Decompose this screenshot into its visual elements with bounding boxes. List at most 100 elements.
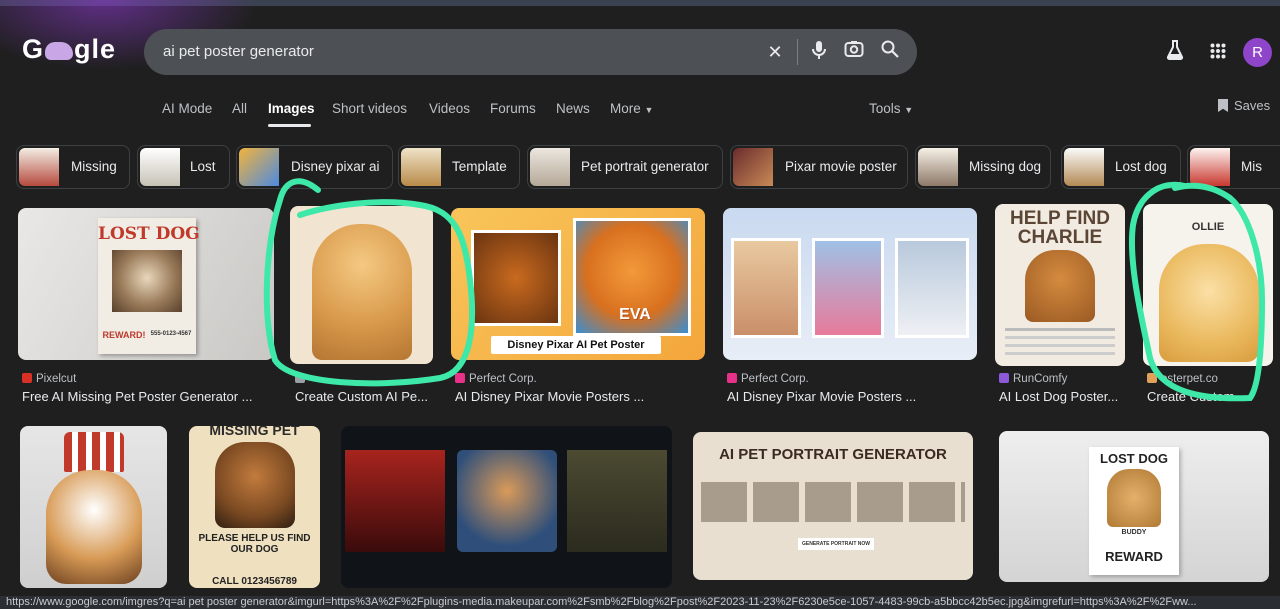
result-image[interactable]: EVA Disney Pixar AI Pet Poster	[451, 208, 705, 360]
parrot-portrait	[567, 450, 667, 552]
poster-heading: LOST DOG	[98, 224, 200, 244]
poster-heading: CHARLIE	[1017, 227, 1103, 248]
active-tab-indicator	[268, 124, 311, 127]
result-source: RunComfy	[999, 373, 1067, 385]
poster-phone: 555-0123-4567	[150, 331, 192, 337]
beagle-figure	[46, 470, 142, 584]
tab-ai-mode[interactable]: AI Mode	[162, 101, 212, 116]
pet-photo-strip	[701, 482, 965, 522]
favicon-icon	[22, 373, 32, 383]
tab-images[interactable]: Images	[268, 101, 315, 116]
source-label: osterpet.co	[1161, 373, 1218, 385]
result-image[interactable]: AI PET PORTRAIT GENERATOR GENERATE PORTR…	[693, 432, 973, 580]
pet-name: OLLIE	[1191, 221, 1225, 233]
search-divider	[797, 39, 798, 65]
chip-label: Disney pixar ai	[291, 159, 380, 174]
flask-icon[interactable]	[1162, 40, 1188, 66]
avatar[interactable]: R	[1243, 38, 1272, 67]
result-title[interactable]: Create Custom AI Pe...	[295, 389, 435, 404]
tools-button[interactable]: Tools ▼	[869, 101, 913, 116]
search-box[interactable]: ai pet poster generator ✕	[144, 29, 917, 75]
poster-text-lines	[1005, 328, 1115, 331]
tab-news[interactable]: News	[556, 101, 590, 116]
result-title[interactable]: AI Lost Dog Poster...	[999, 389, 1125, 404]
search-icon[interactable]	[878, 40, 902, 64]
lens-camera-icon[interactable]	[842, 40, 866, 64]
result-title[interactable]: Create Custom ...	[1147, 389, 1273, 404]
poster-line: PLEASE HELP US FIND	[198, 533, 311, 544]
result-image[interactable]: LOST DOG BUDDY REWARD	[999, 431, 1269, 582]
tools-label: Tools	[869, 101, 901, 116]
real-pet-photo	[471, 230, 561, 326]
tab-more[interactable]: More ▼	[610, 101, 653, 116]
poster-reward: REWARD	[1105, 549, 1163, 564]
favicon-icon	[999, 373, 1009, 383]
tab-more-label: More	[610, 101, 641, 116]
search-input[interactable]: ai pet poster generator	[163, 43, 314, 60]
tab-short-videos[interactable]: Short videos	[332, 101, 407, 116]
result-image[interactable]: MISSING PET PLEASE HELP US FIND OUR DOG …	[189, 426, 320, 588]
result-source: Perfect Corp.	[455, 373, 537, 385]
clear-icon[interactable]: ✕	[763, 40, 787, 64]
poster-reward: REWARD!	[102, 330, 146, 340]
chip-pixar-movie-poster[interactable]: Pixar movie poster	[730, 145, 908, 189]
chip-missing[interactable]: Missing	[16, 145, 130, 189]
chip-mis[interactable]: Mis	[1187, 145, 1280, 189]
favicon-icon	[1147, 373, 1157, 383]
result-source: Perfect Corp.	[727, 373, 809, 385]
chip-thumbnail	[1064, 148, 1104, 186]
microphone-icon[interactable]	[807, 40, 831, 64]
chip-thumbnail	[733, 148, 773, 186]
poster-heading: LOST DOG	[1100, 451, 1168, 466]
chip-disney-pixar-ai[interactable]: Disney pixar ai	[236, 145, 393, 189]
poster-thumbnail	[895, 238, 969, 338]
dog-photo	[1025, 250, 1095, 322]
result-title[interactable]: AI Disney Pixar Movie Posters ...	[727, 389, 967, 404]
saves-button[interactable]: Saves	[1218, 98, 1270, 113]
chip-template[interactable]: Template	[398, 145, 520, 189]
tab-forums[interactable]: Forums	[490, 101, 536, 116]
source-label: Perfect Corp.	[469, 373, 537, 385]
result-image[interactable]	[20, 426, 167, 588]
logo-text-left: G	[22, 34, 45, 64]
result-image[interactable]	[341, 426, 672, 588]
result-image[interactable]: LOST DOG REWARD! 555-0123-4567	[18, 208, 274, 360]
poster-call: CALL 0123456789	[212, 576, 297, 587]
chip-missing-dog[interactable]: Missing dog	[915, 145, 1051, 189]
uncle-sam-hat	[64, 432, 124, 472]
generate-portrait-button: GENERATE PORTRAIT NOW	[798, 538, 874, 550]
tab-all[interactable]: All	[232, 101, 247, 116]
chip-thumbnail	[140, 148, 180, 186]
chip-thumbnail	[530, 148, 570, 186]
favicon-icon	[295, 373, 305, 383]
chip-lost[interactable]: Lost	[137, 145, 230, 189]
chip-label: Pixar movie poster	[785, 159, 897, 174]
result-image[interactable]	[723, 208, 977, 360]
poster-thumbnail	[731, 238, 801, 338]
chip-thumbnail	[239, 148, 279, 186]
chip-pet-portrait-generator[interactable]: Pet portrait generator	[527, 145, 723, 189]
caret-down-icon: ▼	[904, 105, 914, 115]
dog-photo	[215, 442, 295, 528]
result-image[interactable]: HELP FIND CHARLIE	[995, 204, 1125, 366]
result-title[interactable]: AI Disney Pixar Movie Posters ...	[455, 389, 695, 404]
result-source: osterpet.co	[1147, 373, 1218, 385]
chip-label: Missing	[71, 159, 117, 174]
apps-grid-icon[interactable]	[1205, 40, 1231, 66]
chip-lost-dog[interactable]: Lost dog	[1061, 145, 1181, 189]
poster-paper: LOST DOG BUDDY REWARD	[1089, 447, 1179, 575]
tab-videos[interactable]: Videos	[429, 101, 470, 116]
result-image[interactable]: OLLIE	[1143, 204, 1273, 366]
result-title[interactable]: Free AI Missing Pet Poster Generator ...	[22, 389, 262, 404]
puppy-photo	[1159, 244, 1259, 362]
poster-paper: LOST DOG REWARD! 555-0123-4567	[98, 218, 200, 354]
favicon-icon	[455, 373, 465, 383]
saves-label: Saves	[1234, 98, 1271, 113]
dog-photo	[1107, 469, 1161, 527]
result-image[interactable]	[290, 206, 433, 364]
caret-down-icon: ▼	[644, 105, 654, 115]
google-logo[interactable]: Ggle	[22, 34, 116, 65]
chip-thumbnail	[19, 148, 59, 186]
poster-thumbnail	[812, 238, 884, 338]
chip-thumbnail	[401, 148, 441, 186]
